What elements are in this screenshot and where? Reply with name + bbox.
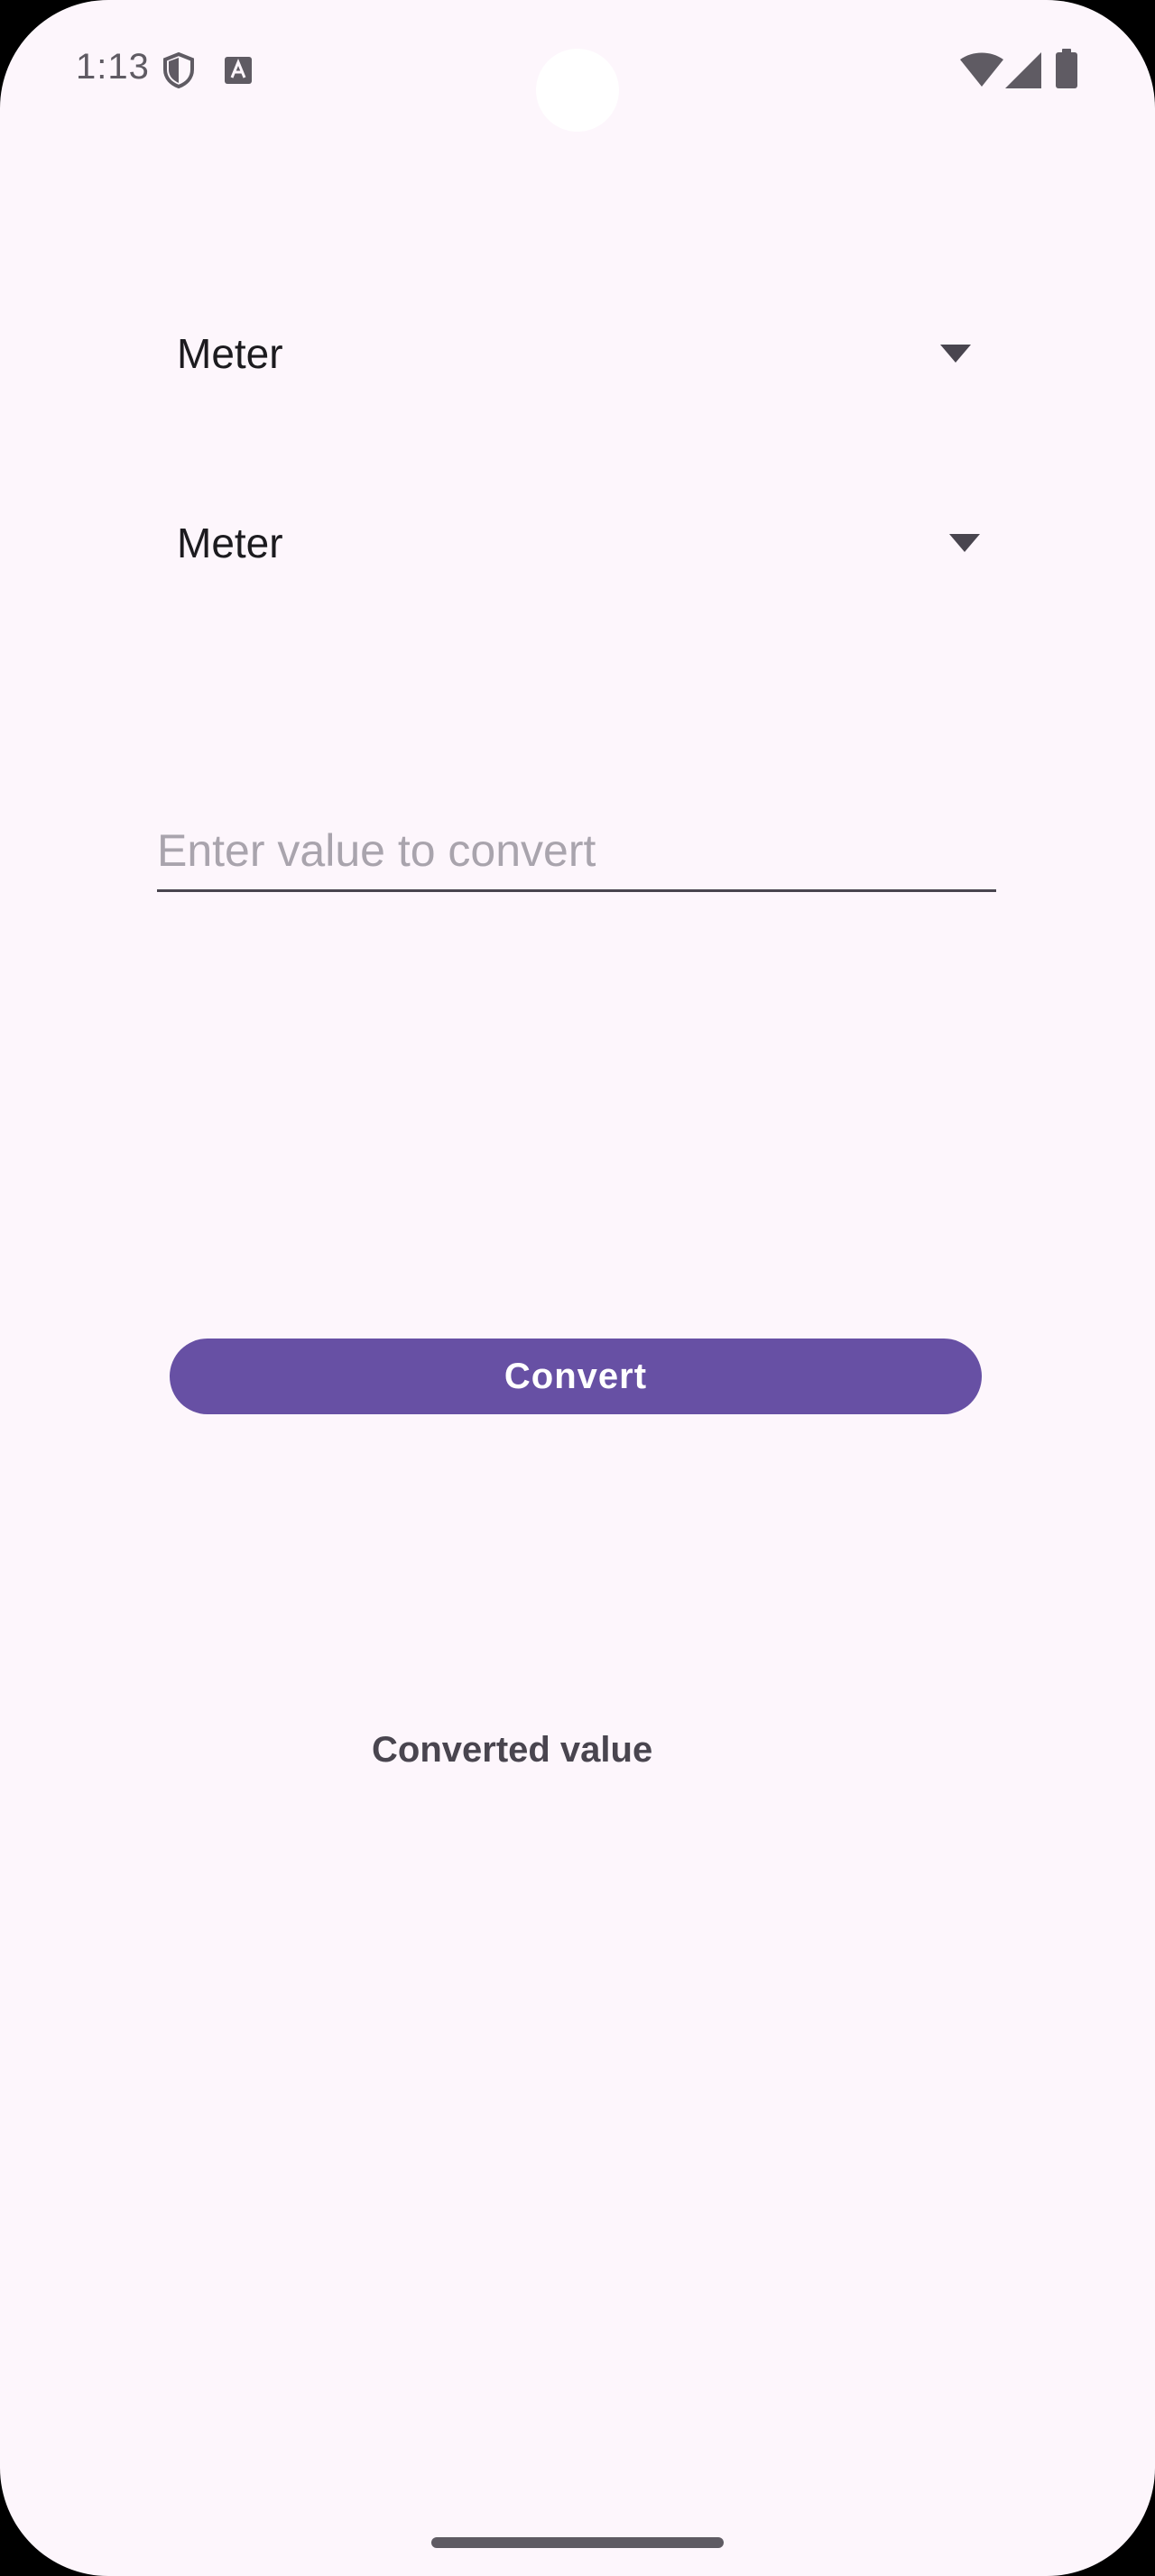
- signal-icon: [1005, 52, 1041, 88]
- status-bar: 1:13: [0, 0, 1155, 144]
- wifi-icon: [960, 52, 1003, 87]
- to-unit-label: Meter: [177, 520, 283, 566]
- converted-value-text: Converted value: [372, 1730, 653, 1770]
- value-input[interactable]: [157, 812, 996, 892]
- a-icon: [225, 57, 252, 84]
- status-time: 1:13: [76, 47, 150, 87]
- camera-cutout: [536, 49, 619, 132]
- convert-button[interactable]: Convert: [170, 1339, 982, 1414]
- battery-icon: [1056, 49, 1077, 88]
- shield-icon: [163, 52, 194, 88]
- from-unit-label: Meter: [177, 330, 283, 377]
- from-unit-spinner[interactable]: Meter: [177, 304, 971, 403]
- to-unit-spinner[interactable]: Meter: [177, 493, 980, 593]
- dropdown-arrow-icon: [949, 534, 980, 552]
- dropdown-arrow-icon: [940, 345, 971, 363]
- app-screen: 1:13 Meter Meter Enter value to convert …: [0, 0, 1155, 2576]
- gesture-navigation-bar[interactable]: [431, 2537, 724, 2548]
